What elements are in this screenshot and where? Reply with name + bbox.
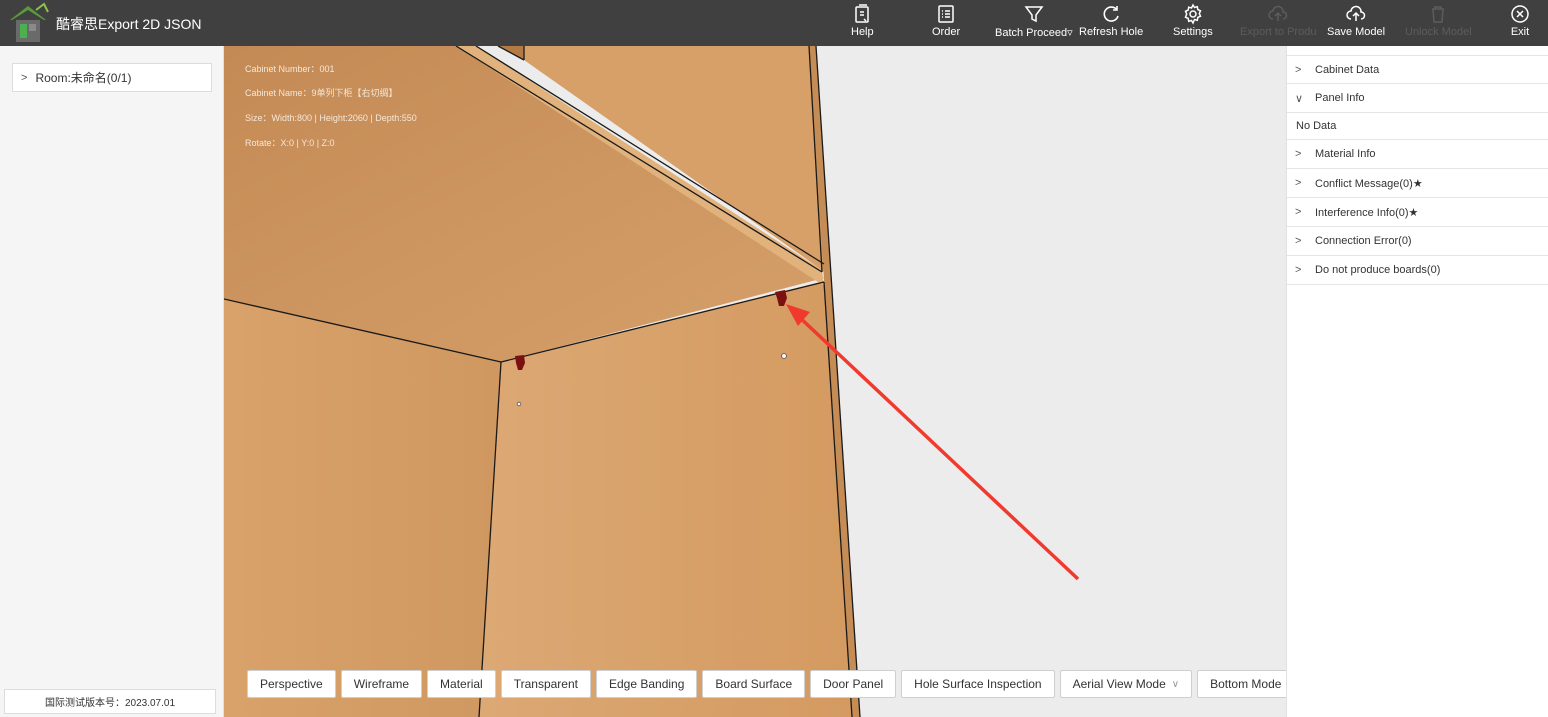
section-conflict-message[interactable]: > Conflict Message(0)★: [1287, 169, 1548, 198]
wireframe-button[interactable]: Wireframe: [340, 670, 423, 698]
chevron-right-icon: >: [1295, 264, 1302, 276]
section-connection-error[interactable]: > Connection Error(0): [1287, 227, 1548, 256]
exit-label: Exit: [1510, 26, 1530, 38]
section-do-not-produce-boards[interactable]: > Do not produce boards(0): [1287, 256, 1548, 285]
export-to-production-label: Export to Produ: [1240, 26, 1317, 38]
section-panel-info[interactable]: ∨ Panel Info: [1287, 84, 1548, 113]
section-label: Do not produce boards(0): [1315, 264, 1441, 276]
perspective-button[interactable]: Perspective: [247, 670, 336, 698]
order-list-icon: [938, 5, 954, 23]
top-toolbar: 酷睿思Export 2D JSON Help Order Batch Proce…: [0, 0, 1548, 46]
section-label: Cabinet Data: [1315, 63, 1380, 76]
hole-surface-inspection-button[interactable]: Hole Surface Inspection: [901, 670, 1055, 698]
close-circle-icon: [1511, 5, 1529, 23]
section-material-info[interactable]: > Material Info: [1287, 140, 1548, 169]
chevron-down-icon: ∨: [1171, 678, 1180, 690]
section-cabinet-data[interactable]: > Cabinet Data: [1287, 55, 1548, 84]
aerial-view-mode-dropdown[interactable]: Aerial View Mode ∨: [1059, 670, 1193, 698]
order-button[interactable]: Order: [932, 0, 960, 46]
refresh-hole-button[interactable]: Refresh Hole: [1079, 0, 1143, 46]
save-model-label: Save Model: [1327, 26, 1386, 38]
unlock-model-label: Unlock Model: [1405, 26, 1472, 38]
chevron-right-icon: >: [1295, 235, 1302, 247]
section-interference-info[interactable]: > Interference Info(0)★: [1287, 198, 1548, 227]
section-label: Interference Info(0)★: [1315, 206, 1419, 219]
unlock-model-button[interactable]: Unlock Model: [1405, 0, 1472, 46]
cabinet-name-text: Cabinet Name：9单列下柜【右切绸】: [245, 88, 398, 98]
chevron-right-icon: >: [1295, 63, 1302, 76]
room-tree-panel: > Room:未命名(0/1) 国际测试版本号：2023.07.01: [0, 46, 224, 717]
refresh-icon: [1103, 6, 1119, 22]
chevron-right-icon: >: [21, 71, 28, 84]
chevron-right-icon: >: [1295, 148, 1302, 160]
chevron-down-icon: ∨: [1295, 92, 1304, 105]
section-label: Connection Error(0): [1315, 235, 1412, 247]
edge-banding-button[interactable]: Edge Banding: [596, 670, 698, 698]
cabinet-size-text: Size：Width:800 | Height:2060 | Depth:550: [245, 113, 417, 123]
section-label: Material Info: [1315, 148, 1376, 160]
material-button[interactable]: Material: [427, 670, 496, 698]
chevron-right-icon: >: [1295, 206, 1302, 218]
exit-button[interactable]: Exit: [1509, 0, 1531, 46]
app-title: 酷睿思Export 2D JSON: [56, 16, 202, 32]
chevron-right-icon: >: [1295, 177, 1302, 189]
section-label: Conflict Message(0)★: [1315, 177, 1423, 190]
funnel-icon: [1024, 6, 1044, 23]
trash-icon: [1432, 6, 1445, 23]
door-panel-button[interactable]: Door Panel: [810, 670, 897, 698]
order-label: Order: [932, 26, 961, 38]
help-label: Help: [851, 26, 874, 38]
settings-label: Settings: [1173, 26, 1213, 38]
settings-button[interactable]: Settings: [1173, 0, 1213, 46]
cloud-upload-icon: [1268, 5, 1288, 21]
batch-proceed-button[interactable]: Batch Proceed▿: [995, 0, 1073, 46]
transparent-button[interactable]: Transparent: [500, 670, 591, 698]
view-mode-bar: Perspective Wireframe Material Transpare…: [247, 670, 1286, 698]
panel-info-content: No Data: [1287, 113, 1548, 140]
app-logo-icon: [10, 2, 49, 42]
board-surface-button[interactable]: Board Surface: [702, 670, 806, 698]
bottom-mode-label: Bottom Mode: [1210, 677, 1282, 691]
bottom-mode-dropdown[interactable]: Bottom Mode ∨: [1197, 670, 1286, 698]
help-button[interactable]: Help: [851, 0, 874, 46]
cabinet-rotate-text: Rotate：X:0 | Y:0 | Z:0: [245, 138, 335, 148]
gear-icon: [1184, 3, 1202, 25]
hole-marker[interactable]: [781, 353, 787, 359]
export-to-production-button[interactable]: Export to Produ: [1240, 0, 1316, 46]
properties-panel: > Cabinet Data ∨ Panel Info No Data > Ma…: [1286, 46, 1548, 717]
batch-proceed-label: Batch Proceed▿: [995, 27, 1073, 39]
hole-marker[interactable]: [516, 401, 522, 407]
help-doc-icon: [855, 4, 870, 23]
cabinet-number-text: Cabinet Number：001: [245, 64, 335, 74]
3d-viewport[interactable]: Cabinet Number：001 Cabinet Name：9单列下柜【右切…: [224, 46, 1286, 717]
cabinet-3d-scene: [224, 46, 1286, 717]
left-side-panel: [224, 299, 501, 717]
version-label: 国际测试版本号：2023.07.01: [4, 689, 216, 714]
section-label: Panel Info: [1315, 92, 1365, 104]
aerial-view-mode-label: Aerial View Mode: [1072, 677, 1166, 691]
room-label: Room:未命名(0/1): [35, 71, 132, 85]
cloud-upload-icon: [1346, 5, 1366, 21]
room-tree-item[interactable]: > Room:未命名(0/1): [12, 63, 212, 92]
refresh-hole-label: Refresh Hole: [1079, 26, 1144, 38]
save-model-button[interactable]: Save Model: [1327, 0, 1385, 46]
